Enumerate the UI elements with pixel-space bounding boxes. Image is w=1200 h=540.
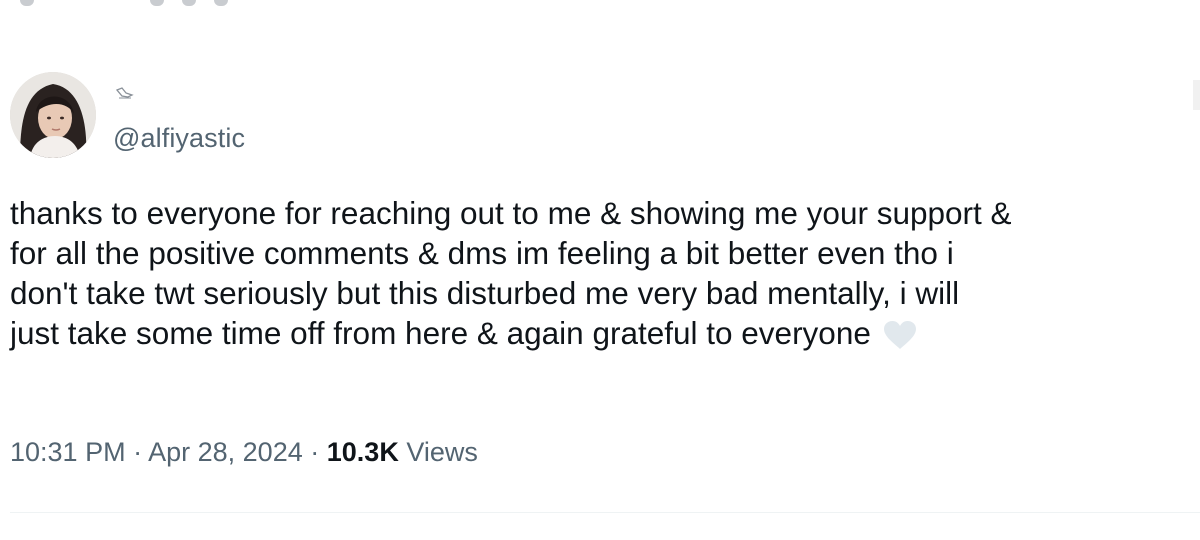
tweet-text: thanks to everyone for reaching out to m… xyxy=(10,193,1200,353)
tweet-card: @alfiyastic thanks to everyone for reach… xyxy=(0,0,1200,540)
white-heart-icon xyxy=(883,319,917,349)
scroll-edge xyxy=(1193,80,1200,110)
meta-separator: · xyxy=(133,437,143,467)
meta-separator: · xyxy=(310,437,320,467)
tweet-time[interactable]: 10:31 PM xyxy=(10,437,126,467)
tweet-date[interactable]: Apr 28, 2024 xyxy=(148,437,303,467)
tweet-text-line: just take some time off from here & agai… xyxy=(10,315,871,351)
avatar-photo xyxy=(10,72,96,158)
views-label: Views xyxy=(406,437,478,467)
views-count: 10.3K xyxy=(326,437,399,467)
tweet-text-line: for all the positive comments & dms im f… xyxy=(10,235,954,271)
tweet-meta: 10:31 PM · Apr 28, 2024 · 10.3K Views xyxy=(10,437,478,468)
user-handle[interactable]: @alfiyastic xyxy=(113,123,245,154)
avatar[interactable] xyxy=(10,72,96,158)
tweet-text-line: thanks to everyone for reaching out to m… xyxy=(10,195,1012,231)
tweet-text-line-last: just take some time off from here & agai… xyxy=(10,313,1200,353)
bird-glyph-icon xyxy=(115,86,134,100)
tweet-divider xyxy=(10,512,1200,513)
tweet-text-line: don't take twt seriously but this distur… xyxy=(10,275,960,311)
